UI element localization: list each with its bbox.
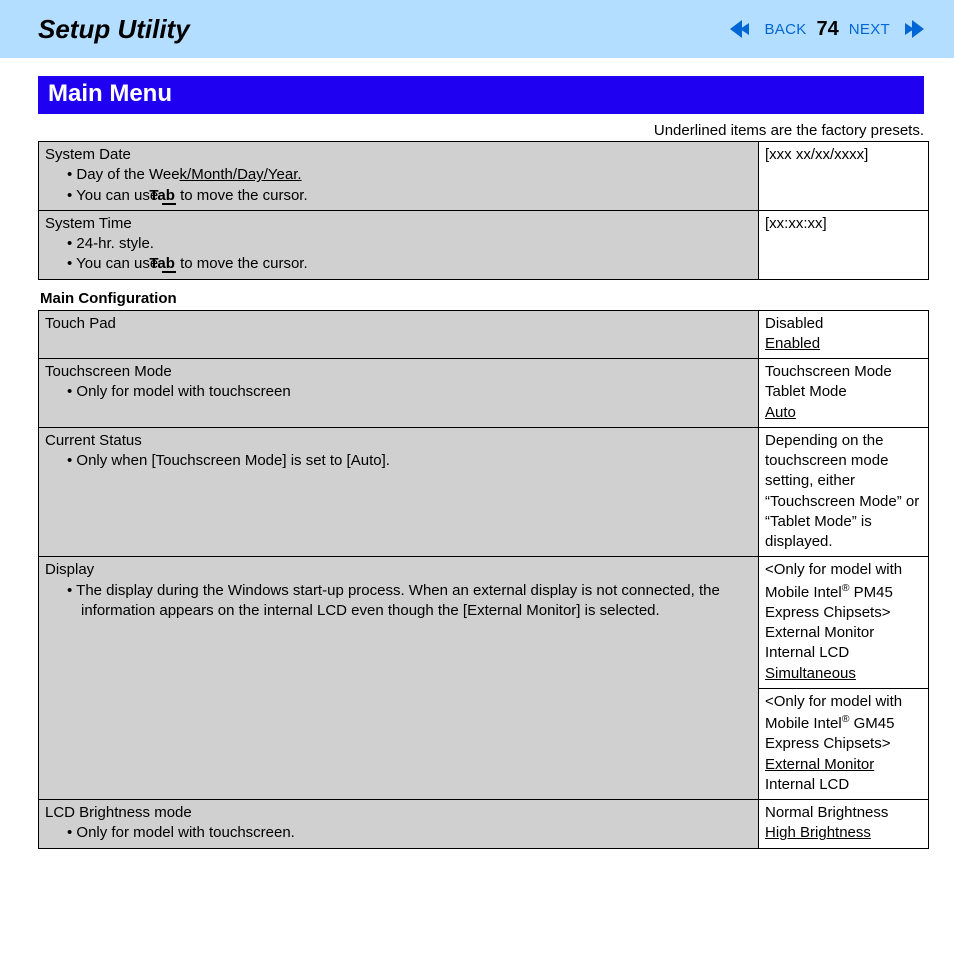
touchscreen-mode-value: Touchscreen Mode Tablet Mode Auto: [759, 359, 929, 428]
touchpad-value: Disabled Enabled: [759, 310, 929, 359]
lcd-brightness-desc: LCD Brightness mode Only for model with …: [39, 800, 759, 849]
list-item: Only for model with touchscreen: [67, 382, 752, 402]
system-table: System Date Day of the Week/Month/Day/Ye…: [38, 141, 929, 280]
current-status-desc: Current Status Only when [Touchscreen Mo…: [39, 427, 759, 557]
table-row: System Time 24-hr. style. You can use Ta…: [39, 210, 929, 279]
system-time-desc: System Time 24-hr. style. You can use Ta…: [39, 210, 759, 279]
page-nav: BACK 74 NEXT: [730, 18, 924, 41]
page-header: Setup Utility BACK 74 NEXT: [0, 0, 954, 58]
row-title: Current Status: [45, 432, 142, 449]
table-row: Current Status Only when [Touchscreen Mo…: [39, 427, 929, 557]
system-date-value: [xxx xx/xx/xxxx]: [759, 142, 929, 211]
lcd-brightness-value: Normal Brightness High Brightness: [759, 800, 929, 849]
list-item: 24-hr. style.: [67, 234, 752, 254]
list-item: You can use Tab to move the cursor.: [67, 254, 752, 274]
display-value-gm45: <Only for model with Mobile Intel® GM45 …: [759, 688, 929, 799]
list-item: The display during the Windows start-up …: [67, 581, 752, 622]
table-row: System Date Day of the Week/Month/Day/Ye…: [39, 142, 929, 211]
config-table: Touch Pad Disabled Enabled Touchscreen M…: [38, 310, 929, 849]
row-title: System Date: [45, 146, 131, 163]
page-title: Setup Utility: [38, 14, 190, 45]
main-configuration-heading: Main Configuration: [40, 290, 924, 307]
table-row: Touch Pad Disabled Enabled: [39, 310, 929, 359]
display-desc: Display The display during the Windows s…: [39, 557, 759, 800]
next-arrow-icon[interactable]: [896, 20, 924, 38]
factory-preset-note: Underlined items are the factory presets…: [38, 122, 924, 139]
current-status-value: Depending on the touchscreen mode settin…: [759, 427, 929, 557]
system-time-value: [xx:xx:xx]: [759, 210, 929, 279]
row-title: LCD Brightness mode: [45, 804, 192, 821]
display-value-pm45: <Only for model with Mobile Intel® PM45 …: [759, 557, 929, 689]
table-row: Display The display during the Windows s…: [39, 557, 929, 689]
table-row: Touchscreen Mode Only for model with tou…: [39, 359, 929, 428]
row-title: Touchscreen Mode: [45, 363, 172, 380]
list-item: Only for model with touchscreen.: [67, 823, 752, 843]
tab-key-icon: Tab: [162, 256, 176, 273]
row-title: Display: [45, 561, 94, 578]
list-item: You can use Tab to move the cursor.: [67, 186, 752, 206]
next-link[interactable]: NEXT: [849, 21, 890, 38]
touchpad-desc: Touch Pad: [39, 310, 759, 359]
row-title: System Time: [45, 215, 132, 232]
touchscreen-mode-desc: Touchscreen Mode Only for model with tou…: [39, 359, 759, 428]
system-date-desc: System Date Day of the Week/Month/Day/Ye…: [39, 142, 759, 211]
back-arrow-icon[interactable]: [730, 20, 758, 38]
content-area: Main Menu Underlined items are the facto…: [0, 58, 954, 849]
list-item: Day of the Week/Month/Day/Year.: [67, 165, 752, 185]
table-row: LCD Brightness mode Only for model with …: [39, 800, 929, 849]
back-link[interactable]: BACK: [764, 21, 806, 38]
list-item: Only when [Touchscreen Mode] is set to […: [67, 451, 752, 471]
section-title: Main Menu: [38, 76, 924, 114]
page-number: 74: [817, 18, 839, 41]
tab-key-icon: Tab: [162, 188, 176, 205]
